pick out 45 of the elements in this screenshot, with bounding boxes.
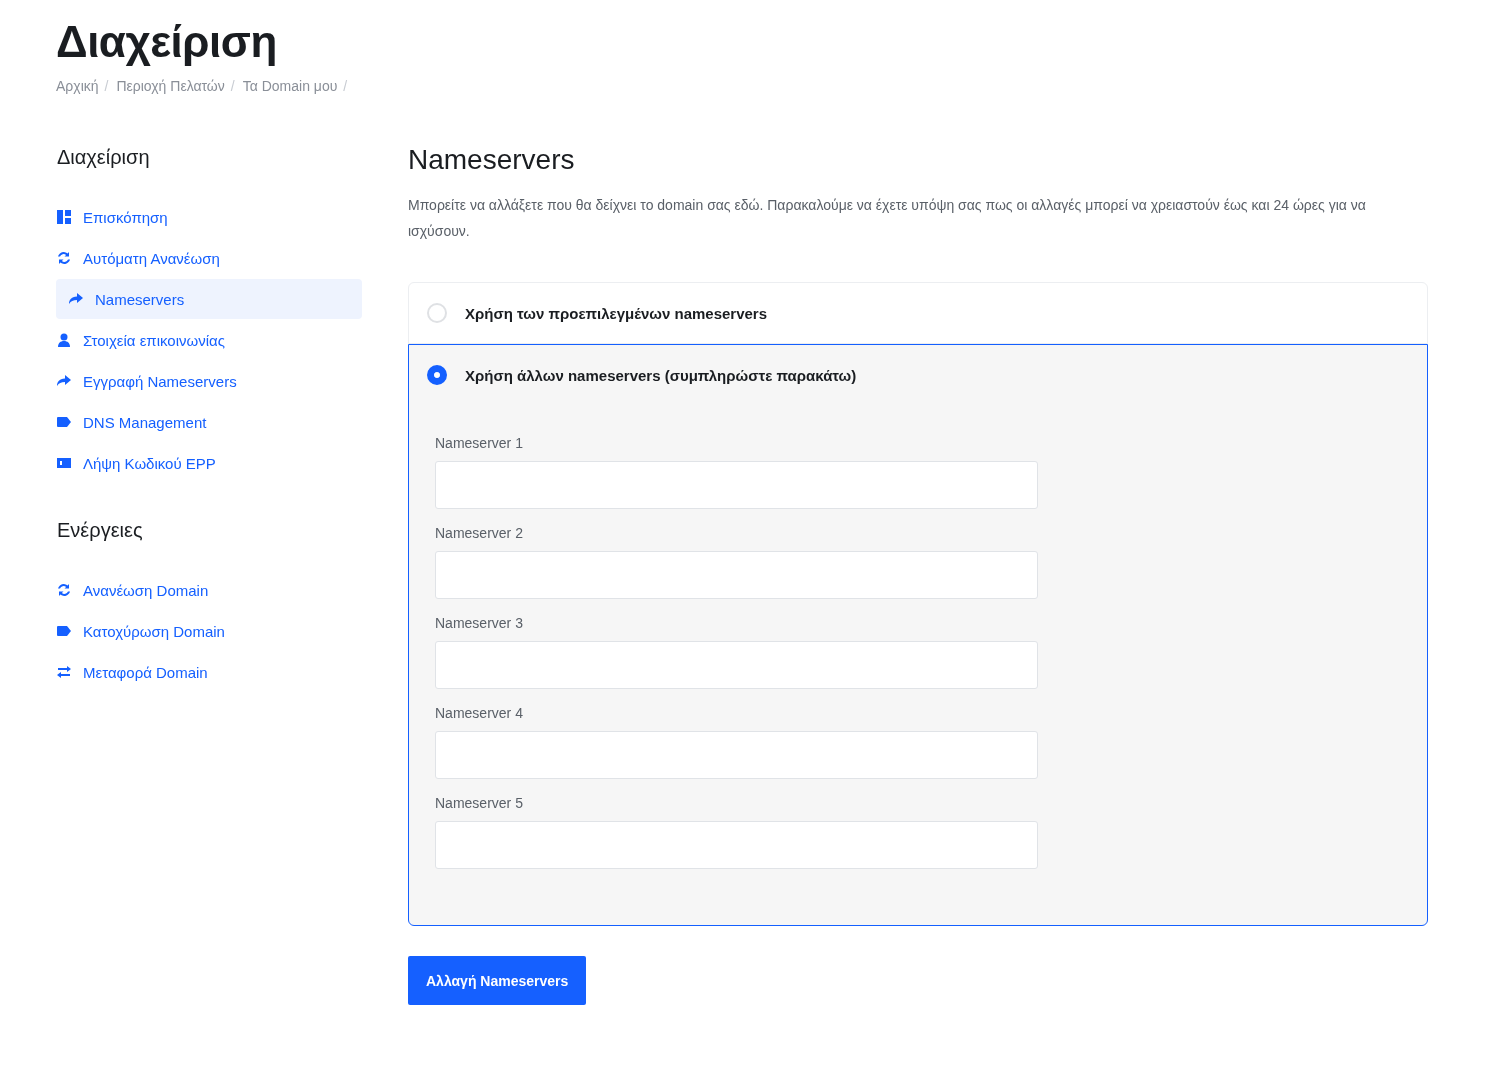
input-field[interactable] [435, 551, 1038, 599]
refresh-icon [57, 583, 71, 597]
tag-icon [57, 624, 71, 638]
card-icon [57, 456, 71, 470]
breadcrumb-link[interactable]: Αρχική [56, 78, 99, 94]
sidebar-item[interactable]: Εγγραφή Nameservers [56, 361, 362, 401]
refresh-icon [57, 251, 71, 265]
radio-button[interactable] [427, 365, 447, 385]
sidebar-item[interactable]: Nameservers [56, 279, 362, 319]
option-label: Χρήση των προεπιλεγμένων nameservers [465, 304, 768, 322]
sidebar-item[interactable]: Ανανέωση Domain [56, 570, 362, 610]
sidebar-heading: Ενέργειες [57, 519, 144, 542]
breadcrumb-separator: / [343, 78, 348, 94]
breadcrumb-separator: / [230, 78, 235, 94]
field-label: Nameserver 2 [435, 525, 524, 541]
tag-icon [57, 415, 71, 429]
sidebar-item[interactable]: Μεταφορά Domain [56, 652, 362, 692]
input-field[interactable] [435, 821, 1038, 869]
share-arrow-icon [69, 292, 83, 306]
input-field[interactable] [435, 641, 1038, 689]
sidebar-item[interactable]: Αυτόματη Ανανέωση [56, 238, 362, 278]
field-label: Nameserver 1 [435, 435, 524, 451]
share-arrow-icon [57, 374, 71, 388]
field-label: Nameserver 3 [435, 615, 524, 631]
page-title: Διαχείριση [56, 16, 278, 68]
sidebar-item[interactable]: Κατοχύρωση Domain [56, 611, 362, 651]
submit-button[interactable]: Αλλαγή Nameservers [408, 956, 587, 1005]
input-field[interactable] [435, 731, 1038, 779]
field-label: Nameserver 5 [435, 795, 524, 811]
description-text: Μπορείτε να αλλάξετε που θα δείχνει το domain σας εδώ. Παρακαλούμε να έχετε υπόψη σας πως οι αλλαγές μπορεί να χρειαστούν έως και 24 ώρες για να ισχύσουν. [408, 196, 1367, 241]
dashboard-icon [57, 210, 71, 224]
sidebar-item[interactable]: DNS Management [56, 402, 362, 442]
breadcrumb-link[interactable]: Περιοχή Πελατών [116, 78, 225, 94]
breadcrumb-separator: / [104, 78, 109, 94]
section-title: Nameservers [408, 143, 576, 177]
input-field[interactable] [435, 461, 1038, 509]
breadcrumb-link[interactable]: Τα Domain μου [242, 78, 338, 94]
transfer-icon [57, 665, 71, 679]
sidebar-heading: Διαχείριση [57, 146, 151, 169]
option-label: Χρήση άλλων nameservers (συμπληρώστε παρακάτω) [465, 366, 857, 384]
sidebar-item[interactable]: Λήψη Κωδικού EPP [56, 443, 362, 483]
field-label: Nameserver 4 [435, 705, 524, 721]
user-icon [57, 333, 71, 347]
sidebar-item[interactable]: Επισκόπηση [56, 197, 362, 237]
sidebar-item[interactable]: Στοιχεία επικοινωνίας [56, 320, 362, 360]
